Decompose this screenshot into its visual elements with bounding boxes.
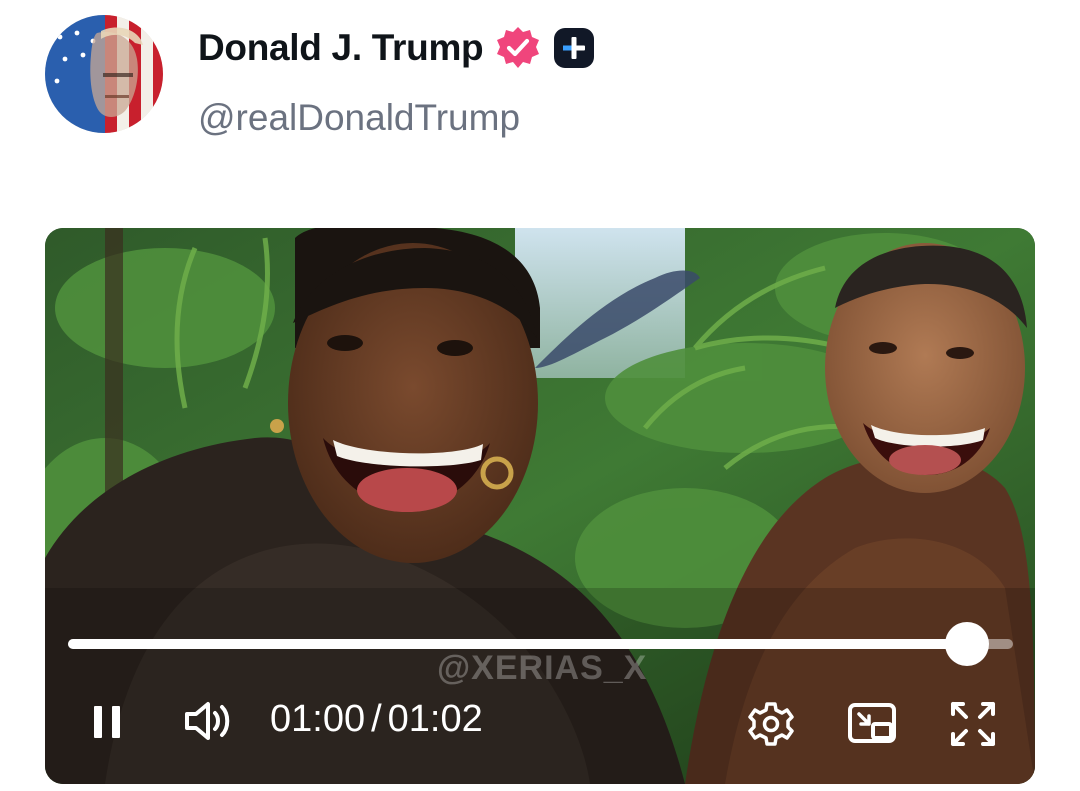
verified-badge-icon xyxy=(495,25,541,71)
video-watermark: @XERIAS_X xyxy=(437,649,648,687)
avatar[interactable] xyxy=(45,15,163,133)
post-header: Donald J. Trump @realDonaldTrump xyxy=(45,15,1035,140)
video-player[interactable]: @XERIAS_X 01:00 / 01:02 xyxy=(45,228,1035,784)
time-separator: / xyxy=(371,698,382,740)
progress-fill xyxy=(68,639,967,649)
progress-bar[interactable] xyxy=(68,622,1013,666)
avatar-image xyxy=(45,15,163,133)
author-handle[interactable]: @realDonaldTrump xyxy=(198,97,595,139)
author-display-name[interactable]: Donald J. Trump xyxy=(198,27,484,69)
gear-icon[interactable] xyxy=(745,698,797,750)
pause-icon[interactable] xyxy=(85,698,129,746)
fullscreen-icon[interactable] xyxy=(947,698,999,750)
playback-time: 01:00 / 01:02 xyxy=(270,698,483,741)
current-time: 01:00 xyxy=(270,698,366,740)
volume-icon[interactable] xyxy=(180,695,236,747)
plus-badge-icon xyxy=(553,27,595,69)
picture-in-picture-icon[interactable] xyxy=(845,700,901,748)
duration: 01:02 xyxy=(387,698,483,740)
progress-thumb[interactable] xyxy=(944,622,989,666)
